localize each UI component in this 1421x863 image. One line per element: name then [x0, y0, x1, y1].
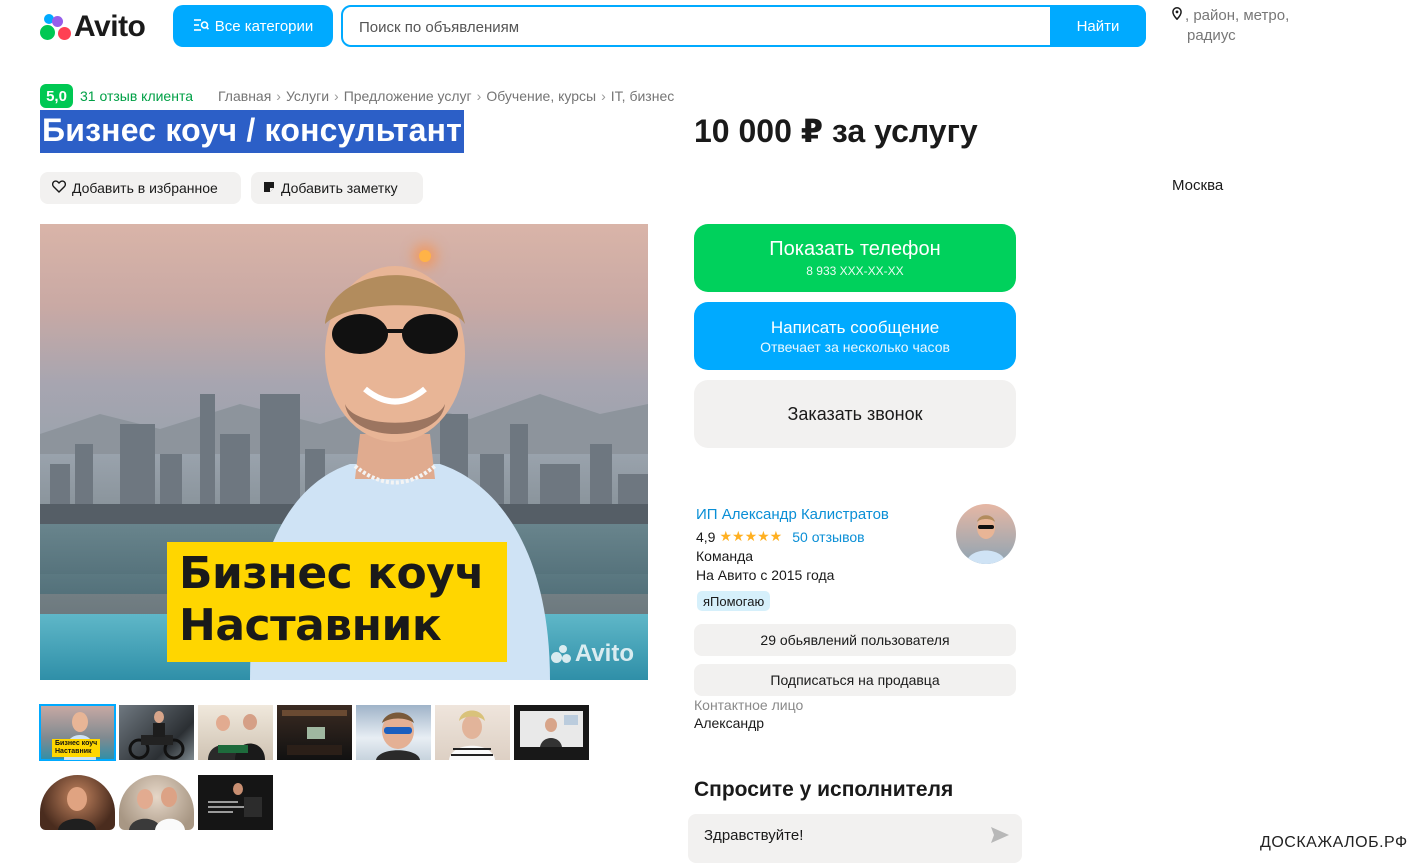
breadcrumb-item-it-business[interactable]: IT, бизнес: [611, 88, 674, 104]
location-pin-icon: [1172, 6, 1182, 26]
thumbnail[interactable]: [277, 705, 352, 760]
breadcrumb-separator: ›: [601, 88, 606, 104]
rating-badge: 5,0: [40, 84, 73, 108]
listing-title: Бизнес коуч / консультант: [40, 110, 465, 153]
listing-title-wrap: Бизнес коуч / консультант: [40, 110, 465, 153]
seller-reviews-link[interactable]: 50 отзывов: [792, 529, 864, 545]
breadcrumb-item-education[interactable]: Обучение, курсы: [486, 88, 596, 104]
thumbnail[interactable]: [119, 775, 194, 830]
response-time-label: Отвечает за несколько часов: [760, 338, 950, 355]
ask-message-box: [688, 814, 1022, 863]
ask-section-title: Спросите у исполнителя: [694, 778, 954, 801]
thumbnail[interactable]: Бизнес коуч Наставник: [39, 704, 116, 761]
thumbnail[interactable]: [435, 705, 510, 760]
order-call-label: Заказать звонок: [787, 403, 923, 424]
location-details: , район, метро,: [1185, 7, 1290, 24]
seller-name-link[interactable]: ИП Александр Калистратов: [696, 506, 889, 523]
add-to-favorites-button[interactable]: Добавить в избранное: [40, 172, 241, 204]
breadcrumb-separator: ›: [476, 88, 482, 104]
breadcrumb-item-home[interactable]: Главная: [218, 88, 271, 104]
breadcrumb-item-services[interactable]: Услуги: [286, 88, 329, 104]
seller-since: На Авито с 2015 года: [696, 567, 835, 583]
location-selector[interactable]: Москва , район, метро, радиус: [1172, 6, 1372, 194]
location-radius: радиус: [1187, 27, 1236, 44]
heart-icon: [51, 180, 67, 196]
send-message-label: Написать сообщение: [770, 317, 940, 337]
thumbnail[interactable]: [514, 705, 589, 760]
avito-logo-icon: [40, 12, 72, 42]
contact-person-label: Контактное лицо: [694, 697, 804, 713]
show-phone-label: Показать телефон: [769, 238, 941, 260]
categories-icon: [193, 18, 209, 35]
logo-text: Avito: [74, 10, 146, 43]
all-categories-label: Все категории: [214, 17, 314, 35]
avito-logo[interactable]: Avito: [40, 10, 146, 44]
avito-watermark-icon: [550, 644, 571, 664]
star-rating-icon: ★★★★★: [719, 528, 783, 544]
order-call-button[interactable]: Заказать звонок: [694, 380, 1016, 448]
ya-pomogayu-badge[interactable]: яПомогаю: [697, 591, 771, 611]
breadcrumb-separator: ›: [334, 88, 339, 104]
breadcrumb-separator: ›: [276, 88, 281, 104]
listing-price: 10 000 ₽ за услугу: [694, 113, 978, 149]
seller-type: Команда: [696, 548, 754, 564]
add-note-label: Добавить заметку: [281, 180, 398, 196]
main-listing-photo[interactable]: Бизнес коуч Наставник Avito: [40, 224, 648, 680]
show-phone-button[interactable]: Показать телефон 8 933 XXX-XX-XX: [694, 224, 1016, 292]
search-button[interactable]: Найти: [1050, 5, 1146, 47]
site-watermark: ДОСКАЖАЛОБ.РФ: [1260, 834, 1408, 851]
seller-rating: 4,9 ★★★★★ 50 отзывов: [696, 528, 865, 545]
photo-caption-line1: Бизнес коуч: [179, 548, 485, 599]
phone-number-masked: 8 933 XXX-XX-XX: [806, 264, 904, 278]
seller-avatar[interactable]: [956, 504, 1016, 564]
ask-message-input[interactable]: [704, 824, 974, 846]
search-bar: Найти: [341, 5, 1146, 47]
note-icon: [263, 180, 275, 196]
all-categories-button[interactable]: Все категории: [173, 5, 333, 47]
subscribe-seller-button[interactable]: Подписаться на продавца: [694, 664, 1016, 696]
location-city: Москва: [1172, 177, 1224, 194]
add-note-button[interactable]: Добавить заметку: [251, 172, 423, 204]
thumbnail[interactable]: [198, 705, 273, 760]
thumbnail-caption: Бизнес коуч Наставник: [52, 739, 101, 757]
add-to-favorites-label: Добавить в избранное: [72, 180, 218, 196]
photo-caption-box: Бизнес коуч Наставник: [167, 542, 507, 662]
contact-person-name: Александр: [694, 715, 765, 731]
photo-watermark: Avito: [550, 640, 634, 668]
thumbnail[interactable]: [198, 775, 273, 830]
thumbnail[interactable]: [356, 705, 431, 760]
thumbnail[interactable]: [119, 705, 194, 760]
thumbnail[interactable]: [40, 775, 115, 830]
seller-rating-value: 4,9: [696, 528, 716, 545]
user-listings-button[interactable]: 29 обьявлений пользователя: [694, 624, 1016, 656]
search-input[interactable]: [359, 15, 1049, 39]
breadcrumb: Главная › Услуги › Предложение услуг › О…: [218, 88, 674, 104]
breadcrumb-item-offer[interactable]: Предложение услуг: [344, 88, 472, 104]
photo-caption-line2: Наставник: [179, 600, 442, 651]
send-icon[interactable]: [990, 826, 1010, 844]
send-message-button[interactable]: Написать сообщение Отвечает за несколько…: [694, 302, 1016, 370]
client-reviews-link[interactable]: 31 отзыв клиента: [80, 88, 193, 104]
photo-watermark-text: Avito: [574, 640, 634, 667]
